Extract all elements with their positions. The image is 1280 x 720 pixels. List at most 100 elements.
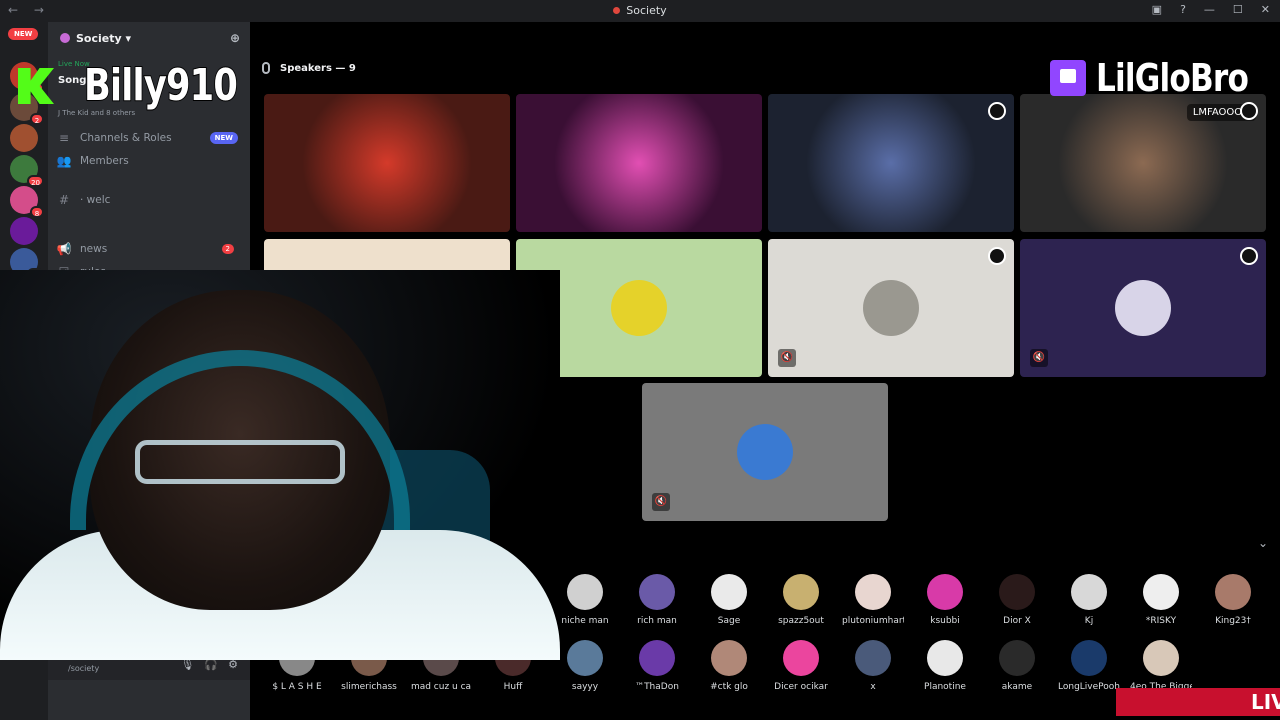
channel-item[interactable]: ≡ Channels & Roles NEW: [56, 128, 242, 148]
audience-member[interactable]: Dior X: [986, 574, 1048, 626]
member-name: King23†: [1215, 616, 1251, 626]
audience-member[interactable]: x: [842, 640, 904, 692]
avatar: [927, 574, 963, 610]
title-bar: ← → Society ▣ ? — ☐ ✕: [0, 0, 1280, 22]
speaker-avatar: [863, 280, 919, 336]
user-handle: /society: [68, 664, 100, 673]
member-name: ™ThaDon: [635, 682, 679, 692]
help-icon[interactable]: ?: [1180, 3, 1186, 16]
avatar: [1215, 574, 1251, 610]
live-banner: LIV: [1116, 688, 1280, 716]
member-name: Dior X: [1003, 616, 1031, 626]
member-name: sayyy: [571, 682, 599, 692]
server-icon[interactable]: 8: [10, 186, 44, 218]
audience-member[interactable]: rich man: [626, 574, 688, 626]
avatar: [1071, 574, 1107, 610]
speaker-tile[interactable]: [264, 94, 510, 232]
streamer-glasses: [135, 440, 345, 484]
unread-count: 2: [221, 244, 234, 254]
speaker-avatar: [737, 424, 793, 480]
speaker-tile[interactable]: LMFAOOOO: [1020, 94, 1266, 232]
speaker-tile[interactable]: 🔇: [1020, 239, 1266, 377]
window-title-text: Society: [626, 4, 667, 17]
avatar: [855, 640, 891, 676]
moderator-shield-icon: [1240, 102, 1258, 120]
speaker-tile[interactable]: 🔇: [768, 239, 1014, 377]
member-name: Huff: [503, 682, 523, 692]
speaker-tile[interactable]: 🔇: [642, 383, 888, 521]
audience-member[interactable]: LongLivePooh: [1058, 640, 1120, 692]
member-name: Kj: [1084, 616, 1094, 626]
add-member-icon[interactable]: ⊕: [230, 31, 240, 45]
server-name: Society: [76, 31, 122, 45]
avatar: [927, 640, 963, 676]
speakers-label: Speakers — 9: [280, 62, 356, 74]
audience-member[interactable]: sayyy: [554, 640, 616, 692]
member-name: x: [870, 682, 876, 692]
speaker-avatar: [611, 280, 667, 336]
member-name: akame: [1001, 682, 1033, 692]
audience-member[interactable]: Planotine: [914, 640, 976, 692]
avatar: [1143, 640, 1179, 676]
inbox-icon[interactable]: ▣: [1152, 3, 1162, 16]
avatar: [999, 640, 1035, 676]
member-name: ksubbi: [930, 616, 960, 626]
twitch-logo-icon: [1050, 60, 1086, 96]
audience-member[interactable]: Kj: [1058, 574, 1120, 626]
window-title: Society: [0, 4, 1280, 17]
live-stage-title[interactable]: Song: [58, 75, 86, 86]
avatar: [711, 640, 747, 676]
streamer-name-overlay-right: LilGloBro: [1095, 55, 1249, 101]
moderator-shield-icon: [988, 102, 1006, 120]
audience-member[interactable]: ™ThaDon: [626, 640, 688, 692]
channel-item[interactable]: 👥 Members: [56, 151, 242, 171]
muted-mic-icon: 🔇: [1030, 349, 1048, 367]
new-tag: NEW: [209, 132, 238, 144]
close-button[interactable]: ✕: [1261, 3, 1270, 16]
audience-member[interactable]: Sage: [698, 574, 760, 626]
audience-member[interactable]: niche man: [554, 574, 616, 626]
audience-member[interactable]: #ctk glo: [698, 640, 760, 692]
moderator-shield-icon: [988, 247, 1006, 265]
chevron-down-icon[interactable]: ⌄: [1258, 536, 1268, 550]
audience-member[interactable]: *RISKY: [1130, 574, 1192, 626]
audience-member[interactable]: plutoniumhart: [842, 574, 904, 626]
server-icon[interactable]: 20: [10, 155, 44, 187]
minimize-button[interactable]: —: [1204, 3, 1215, 16]
server-icon[interactable]: [10, 217, 38, 245]
speakers-header: Speakers — 9: [262, 62, 356, 74]
member-name: spazz5out: [778, 616, 824, 626]
audience-member[interactable]: spazz5out: [770, 574, 832, 626]
avatar: [639, 574, 675, 610]
microphone-icon: [262, 62, 270, 74]
channel-type-icon: 📢: [56, 242, 72, 256]
audience-member[interactable]: ksubbi: [914, 574, 976, 626]
window-controls: ▣ ? — ☐ ✕: [1152, 3, 1270, 16]
avatar: [567, 640, 603, 676]
avatar: [855, 574, 891, 610]
mention-badge: 8: [30, 206, 44, 218]
server-icon[interactable]: [10, 124, 38, 152]
channel-label: news: [80, 243, 108, 255]
speaker-tile[interactable]: [516, 94, 762, 232]
avatar: [711, 574, 747, 610]
maximize-button[interactable]: ☐: [1233, 3, 1243, 16]
member-name: plutoniumhart: [842, 616, 904, 626]
member-name: slimerichass: [341, 682, 397, 692]
society-icon: [613, 7, 621, 14]
server-header[interactable]: Society ▾ ⊕: [48, 22, 250, 54]
channel-item[interactable]: # · welc: [56, 190, 242, 210]
audience-member[interactable]: Dicer ocikar: [770, 640, 832, 692]
speaker-tile[interactable]: [768, 94, 1014, 232]
audience-member[interactable]: akame: [986, 640, 1048, 692]
audience-member[interactable]: 4eo The Bigge: [1130, 640, 1192, 692]
channel-type-icon: #: [58, 193, 70, 207]
muted-mic-icon: 🔇: [652, 493, 670, 511]
channel-item[interactable]: 📢 news 2: [56, 239, 242, 259]
channel-label: · welc: [80, 194, 111, 206]
audience-member[interactable]: King23†: [1202, 574, 1264, 626]
muted-mic-icon: 🔇: [778, 349, 796, 367]
new-pill[interactable]: NEW: [8, 28, 39, 40]
mention-badge: 20: [27, 175, 44, 187]
avatar: [639, 640, 675, 676]
